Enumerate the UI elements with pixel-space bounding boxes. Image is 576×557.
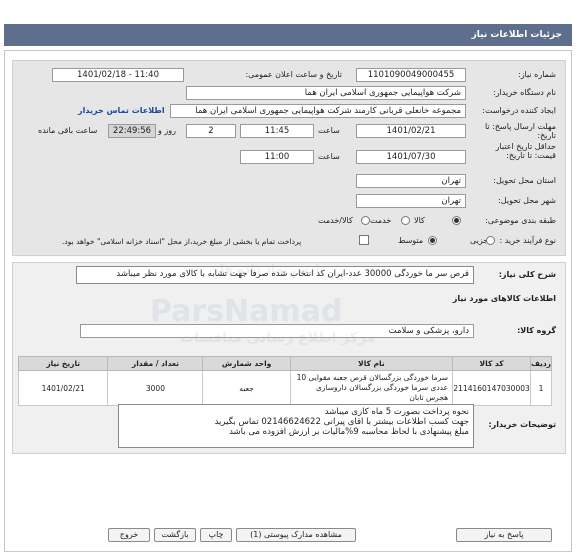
- buyer-notes-field[interactable]: نحوه پرداخت بصورت 5 ماه کاری میباشد جهت …: [118, 404, 474, 448]
- need-number-field[interactable]: 1101090049000455: [356, 68, 466, 82]
- goods-table-header: ردیف کد کالا نام کالا واحد شمارش تعداد /…: [17, 356, 552, 371]
- validity-time-field[interactable]: 11:00: [240, 150, 314, 164]
- province-field[interactable]: تهران: [356, 174, 466, 188]
- header-row-number: ردیف: [530, 356, 552, 371]
- buyer-notes-line: نحوه پرداخت بصورت 5 ماه کاری میباشد: [324, 407, 469, 417]
- category-option-service-radio[interactable]: [401, 216, 410, 225]
- province-label: استان محل تحویل:: [493, 176, 556, 185]
- city-label: شهر محل تحویل:: [498, 196, 556, 205]
- category-option-service-label: خدمت: [370, 216, 392, 225]
- buyer-contact-link[interactable]: اطلاعات تماس خریدار: [78, 106, 165, 115]
- validity-date-field[interactable]: 1401/07/30: [356, 150, 466, 164]
- buyer-field[interactable]: شرکت هواپیمایی جمهوری اسلامی ایران هما: [186, 86, 466, 100]
- city-field[interactable]: تهران: [356, 194, 466, 208]
- general-desc-label: شرح کلی نیاز:: [498, 270, 556, 279]
- reply-button[interactable]: پاسخ به نیاز: [456, 528, 552, 542]
- header-qty: تعداد / مقدار: [107, 356, 204, 371]
- goods-group-label: گروه کالا:: [517, 326, 556, 335]
- cell-row-number: 1: [530, 370, 552, 406]
- validity-time-label: ساعت: [318, 152, 340, 161]
- treasury-payment-note: پرداخت تمام یا بخشی از مبلغ خرید،از محل …: [62, 237, 302, 246]
- creator-field[interactable]: مجموعه خانعلی قربانی کارمند شرکت هواپیما…: [170, 104, 466, 118]
- table-row[interactable]: 1 2114160147030003 سرما خوردگی بزرگسالان…: [17, 370, 552, 406]
- general-desc-field[interactable]: قرص سر ما خوردگی 30000 عدد-ایران کد انتخ…: [76, 266, 474, 284]
- header-date: تاریخ نیاز: [17, 356, 109, 371]
- purchase-type-medium-radio[interactable]: [428, 236, 437, 245]
- print-button[interactable]: چاپ: [200, 528, 232, 542]
- view-attachments-button[interactable]: مشاهده مدارک پیوستی (1): [236, 528, 356, 542]
- header-unit: واحد شمارش: [202, 356, 291, 371]
- header-name: نام کالا: [289, 356, 454, 371]
- treasury-payment-checkbox[interactable]: [359, 235, 369, 245]
- days-field[interactable]: 2: [186, 124, 236, 138]
- cell-unit: جعبه: [202, 370, 291, 406]
- category-option-goods-radio[interactable]: [452, 216, 461, 225]
- buyer-label: نام دستگاه خریدار:: [493, 88, 556, 97]
- page-title: جزئیات اطلاعات نیاز: [4, 24, 572, 46]
- back-button[interactable]: بازگشت: [154, 528, 196, 542]
- header-code: کد کالا: [452, 356, 532, 371]
- goods-table: ردیف کد کالا نام کالا واحد شمارش تعداد /…: [17, 356, 552, 406]
- announce-label: تاریخ و ساعت اعلان عمومی:: [245, 70, 342, 79]
- cell-qty: 3000: [107, 370, 204, 406]
- goods-group-field[interactable]: دارو، پزشکی و سلامت: [80, 324, 474, 338]
- remaining-time-field: 22:49:56: [108, 124, 156, 138]
- category-option-both-radio[interactable]: [361, 216, 370, 225]
- cell-code: 2114160147030003: [452, 370, 532, 406]
- goods-info-title: اطلاعات کالاهای مورد نیاز: [452, 294, 556, 303]
- buyer-notes-line: مبلغ پیشنهادی با لحاظ محاسبه 9%مالیات بر…: [229, 427, 469, 437]
- need-number-label: شماره نیاز:: [518, 70, 556, 79]
- deadline-time-label: ساعت: [318, 126, 340, 135]
- exit-button[interactable]: خروج: [108, 528, 150, 542]
- cell-date: 1401/02/21: [17, 370, 109, 406]
- category-option-goods-label: کالا: [414, 216, 425, 225]
- days-label: روز و: [158, 126, 176, 135]
- deadline-date-field[interactable]: 1401/02/21: [356, 124, 466, 138]
- remaining-time-label: ساعت باقی مانده: [38, 126, 98, 135]
- cell-name: سرما خوردگی بزرگسالان قرص جعبه مقوایی 10…: [289, 370, 454, 406]
- purchase-type-minor-radio[interactable]: [486, 236, 495, 245]
- purchase-type-label: نوع فرآیند خرید :: [499, 236, 556, 245]
- purchase-type-medium-label: متوسط: [398, 236, 424, 245]
- deadline-label: مهلت ارسال پاسخ: تا تاریخ:: [484, 122, 556, 140]
- buyer-notes-label: توضیحات خریدار:: [488, 420, 556, 429]
- validity-label: حداقل تاریخ اعتبار قیمت: تا تاریخ:: [495, 142, 556, 160]
- category-option-both-label: کالا/خدمت: [318, 216, 353, 225]
- deadline-time-field[interactable]: 11:45: [240, 124, 314, 138]
- announce-field[interactable]: 1401/02/18 - 11:40: [52, 68, 184, 82]
- buyer-notes-line: جهت کسب اطلاعات بیشتر با اقای پیرانی 021…: [214, 417, 469, 427]
- category-label: طبقه بندی موضوعی:: [485, 216, 556, 225]
- creator-label: ایجاد کننده درخواست:: [482, 106, 556, 115]
